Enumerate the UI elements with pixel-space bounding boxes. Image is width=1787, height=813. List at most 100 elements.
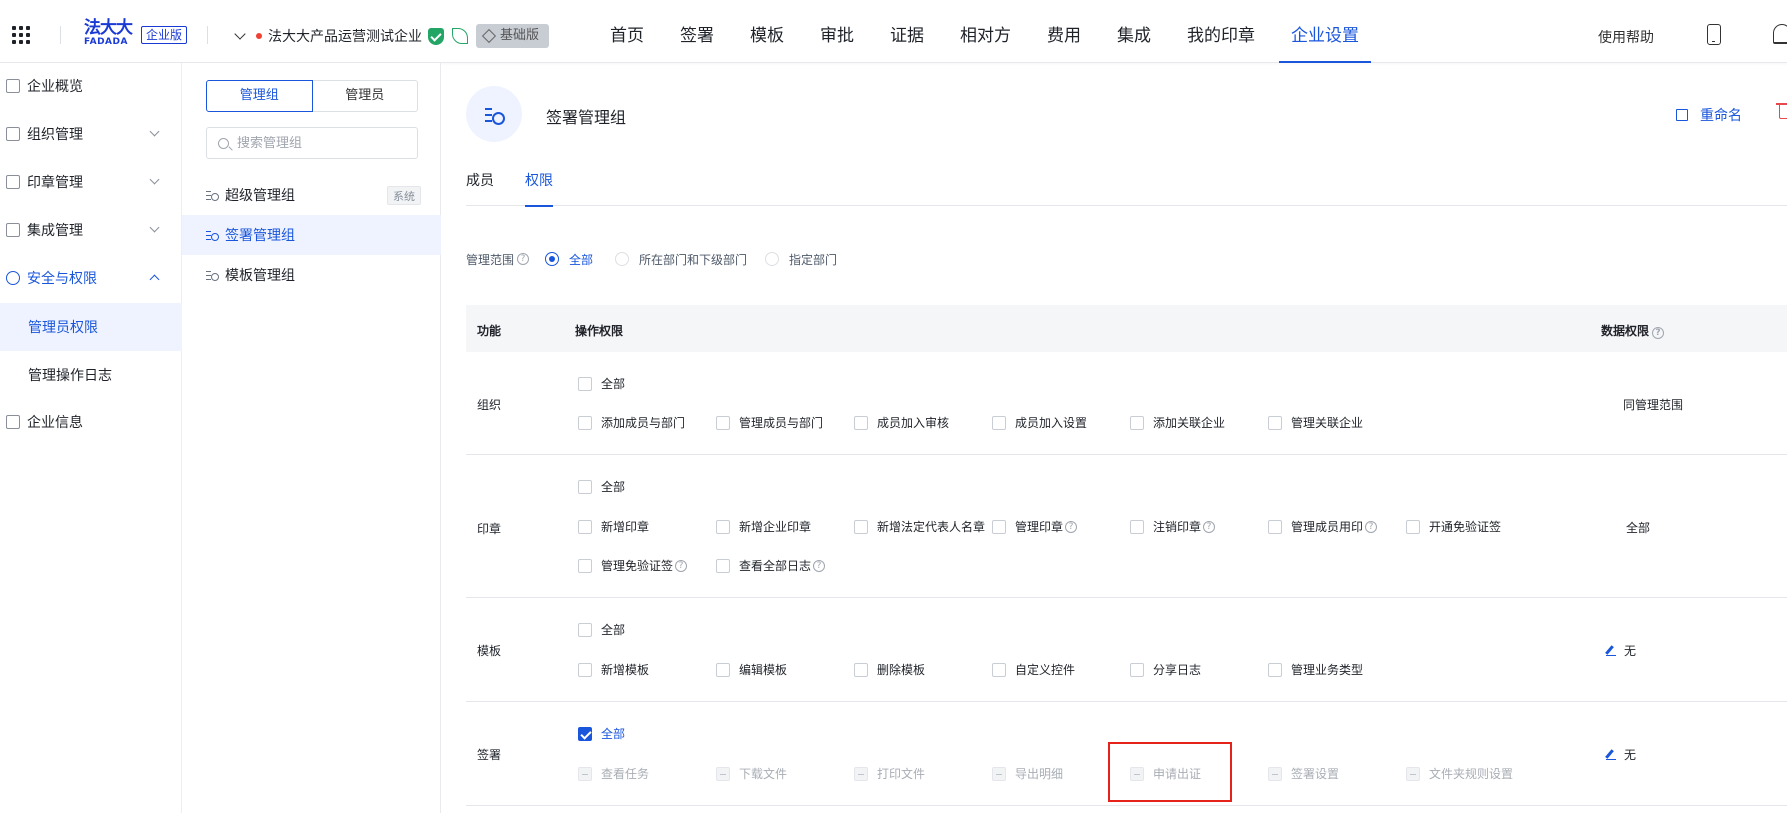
row-function: 签署	[477, 748, 502, 762]
perm-checkbox[interactable]: 管理印章?	[992, 518, 1078, 535]
perm-checkbox[interactable]: 新增法定代表人名章	[854, 518, 985, 535]
nav-sign[interactable]: 签署	[680, 0, 714, 63]
perm-checkbox[interactable]: 成员加入设置	[992, 414, 1087, 431]
perm-checkbox: 申请出证	[1130, 765, 1201, 782]
detail-tabs: 成员 权限	[466, 168, 1787, 207]
rename-button[interactable]: 重命名	[1676, 105, 1742, 125]
checkbox-all[interactable]: 全部	[578, 478, 625, 495]
sidebar-item-security[interactable]: 安全与权限	[0, 255, 182, 301]
building-icon	[6, 415, 20, 429]
nav-counterparty[interactable]: 相对方	[960, 0, 1011, 63]
nav-my-seals[interactable]: 我的印章	[1187, 0, 1255, 63]
help-icon[interactable]: ?	[517, 253, 530, 265]
table-row: 签署 全部 查看任务 下载文件 打印文件 导出明细 申请出证 签署设置 文件夹规…	[466, 702, 1787, 806]
tab-admins[interactable]: 管理员	[312, 80, 418, 112]
perm-checkbox[interactable]: 查看全部日志?	[716, 557, 826, 574]
help-icon: ?	[1203, 520, 1216, 533]
data-permission[interactable]: 无	[1606, 746, 1636, 763]
search-icon	[218, 137, 229, 149]
perm-checkbox[interactable]: 添加关联企业	[1130, 414, 1225, 431]
app-grid-icon[interactable]	[12, 26, 30, 44]
perm-checkbox[interactable]: 删除模板	[854, 661, 925, 678]
nav-integration[interactable]: 集成	[1117, 0, 1151, 63]
perm-checkbox[interactable]: 管理业务类型	[1268, 661, 1363, 678]
perm-checkbox[interactable]: 管理成员用印?	[1268, 518, 1378, 535]
perm-checkbox[interactable]: 管理免验证签?	[578, 557, 688, 574]
perm-checkbox[interactable]: 注销印章?	[1130, 518, 1216, 535]
perm-checkbox[interactable]: 编辑模板	[716, 661, 787, 678]
checkbox-all[interactable]: 全部	[578, 725, 625, 742]
nav-fees[interactable]: 费用	[1047, 0, 1081, 63]
sidebar-item-organization[interactable]: 组织管理	[0, 111, 182, 157]
checkbox-all[interactable]: 全部	[578, 621, 625, 638]
organization-icon	[6, 127, 20, 141]
group-admin-toggle: 管理组 管理员	[206, 80, 418, 112]
perm-checkbox[interactable]: 自定义控件	[992, 661, 1075, 678]
group-item-template[interactable]: 模板管理组	[182, 255, 441, 295]
status-dot	[256, 33, 262, 39]
scope-label: 管理范围	[466, 252, 515, 267]
layers-icon	[6, 223, 20, 237]
edit-icon	[1606, 750, 1616, 760]
tab-permissions[interactable]: 权限	[525, 168, 553, 207]
perm-checkbox[interactable]: 新增印章	[578, 518, 649, 535]
nav-approval[interactable]: 审批	[820, 0, 854, 63]
fadada-logo[interactable]: 法大大 FADADA	[84, 20, 134, 48]
chevron-up-icon	[149, 274, 160, 285]
help-link[interactable]: 使用帮助	[1598, 27, 1654, 47]
perm-checkbox[interactable]: 管理成员与部门	[716, 414, 823, 431]
tab-members[interactable]: 成员	[466, 168, 494, 206]
group-search-input[interactable]	[237, 135, 407, 151]
data-permission[interactable]: 无	[1606, 642, 1636, 659]
table-row: 印章 全部 新增印章 新增企业印章 新增法定代表人名章 管理印章? 注销印章? …	[466, 455, 1787, 598]
plan-badge[interactable]: 基础版	[476, 24, 550, 48]
mobile-icon[interactable]	[1707, 24, 1721, 45]
perm-checkbox[interactable]: 管理关联企业	[1268, 414, 1363, 431]
company-name: 法大大产品运营测试企业	[268, 29, 422, 45]
scope-option-dept[interactable]: 所在部门和下级部门	[615, 251, 747, 268]
sidebar-item-admin-logs[interactable]: 管理操作日志	[0, 351, 182, 399]
bell-icon[interactable]	[1773, 24, 1787, 44]
data-permission: 同管理范围	[1623, 398, 1684, 412]
perm-checkbox: 打印文件	[854, 765, 925, 782]
nav-evidence[interactable]: 证据	[890, 0, 924, 63]
sidebar: 企业概览 组织管理 印章管理 集成管理 安全与权限 管理员权限 管理操作日志 企…	[0, 63, 182, 813]
sidebar-item-integration[interactable]: 集成管理	[0, 207, 182, 253]
group-item-super[interactable]: 超级管理组 系统	[182, 175, 441, 215]
main-content: 签署管理组 重命名 成员 权限 管理范围 ? 全部 所在部门和下级部门 指定部门…	[441, 63, 1787, 813]
header-operation: 操作权限	[575, 324, 624, 338]
perm-checkbox: 导出明细	[992, 765, 1063, 782]
perm-checkbox: 文件夹规则设置	[1406, 765, 1513, 782]
nav-home[interactable]: 首页	[610, 0, 644, 63]
tab-groups[interactable]: 管理组	[206, 80, 313, 112]
nav-template[interactable]: 模板	[750, 0, 784, 63]
chevron-down-icon	[149, 222, 160, 233]
help-icon[interactable]: ?	[1652, 327, 1665, 339]
chevron-down-icon	[234, 28, 246, 40]
perm-checkbox[interactable]: 新增模板	[578, 661, 649, 678]
delete-icon[interactable]	[1776, 103, 1787, 119]
edition-badge: 企业版	[141, 26, 188, 44]
nav-enterprise-settings[interactable]: 企业设置	[1279, 0, 1371, 63]
checkbox-all[interactable]: 全部	[578, 375, 625, 392]
green-leaf-icon	[452, 28, 468, 44]
row-function: 印章	[477, 522, 502, 536]
company-switcher[interactable]: 法大大产品运营测试企业 基础版	[234, 24, 550, 48]
scope-option-all[interactable]: 全部	[545, 251, 593, 268]
sidebar-item-seals[interactable]: 印章管理	[0, 159, 182, 205]
group-search	[206, 127, 418, 159]
scope-option-specified[interactable]: 指定部门	[765, 251, 837, 268]
perm-checkbox[interactable]: 新增企业印章	[716, 518, 811, 535]
sidebar-item-enterprise-info[interactable]: 企业信息	[0, 399, 182, 445]
sidebar-item-overview[interactable]: 企业概览	[0, 63, 182, 109]
sidebar-item-admin-permissions[interactable]: 管理员权限	[0, 303, 182, 351]
help-icon: ?	[1365, 520, 1378, 533]
perm-checkbox[interactable]: 开通免验证签	[1406, 518, 1501, 535]
perm-checkbox[interactable]: 成员加入审核	[854, 414, 949, 431]
perm-checkbox: 查看任务	[578, 765, 649, 782]
group-avatar	[466, 86, 522, 142]
table-header: 功能 操作权限 数据权限?	[466, 305, 1787, 352]
group-item-sign[interactable]: 签署管理组	[182, 215, 441, 255]
perm-checkbox[interactable]: 分享日志	[1130, 661, 1201, 678]
perm-checkbox[interactable]: 添加成员与部门	[578, 414, 685, 431]
